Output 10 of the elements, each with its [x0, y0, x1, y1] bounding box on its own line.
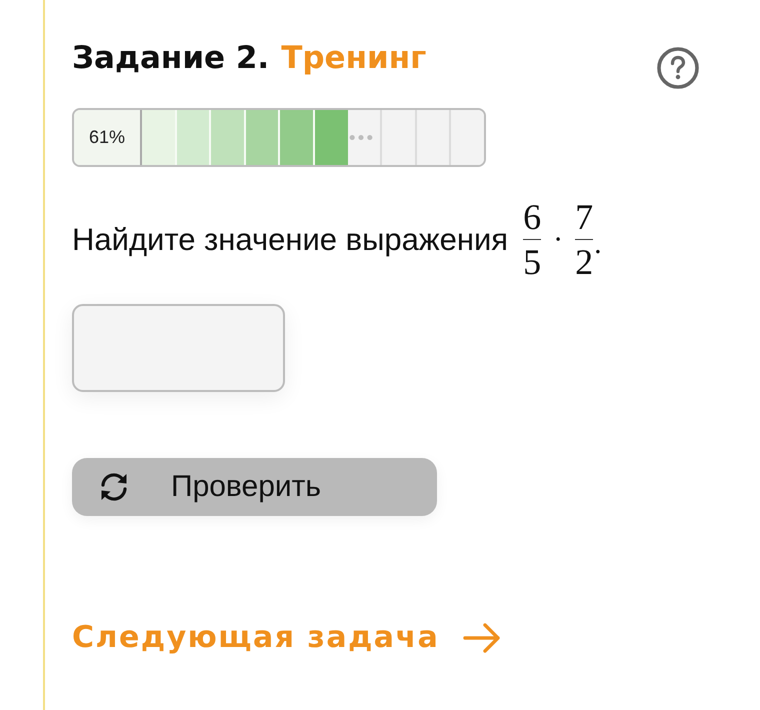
progress-percent: 61%	[74, 110, 142, 165]
progress-segment	[414, 110, 450, 165]
answer-field[interactable]	[72, 304, 285, 392]
ellipsis-icon	[348, 134, 373, 141]
mode-label: Тренинг	[281, 40, 426, 76]
help-icon[interactable]	[657, 47, 699, 89]
task-title: Задание 2.	[72, 40, 270, 76]
arrow-right-icon	[463, 623, 502, 653]
question-text: Найдите значение выражения	[72, 222, 508, 258]
progress-segment	[449, 110, 484, 165]
